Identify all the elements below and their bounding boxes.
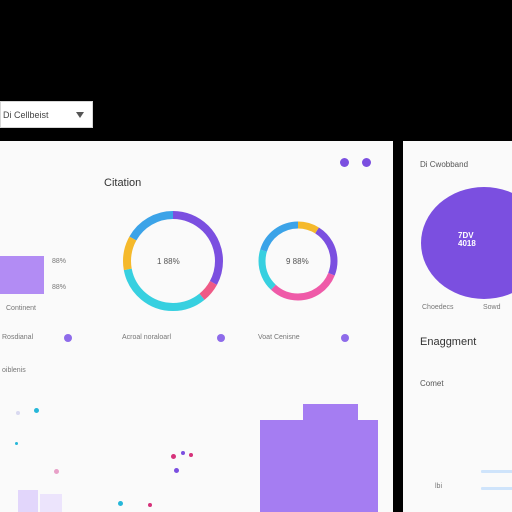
pie-label: 7DV 4018: [458, 232, 476, 248]
scatter-point: [16, 411, 20, 415]
histogram-bar: [40, 494, 62, 512]
info-icon[interactable]: [64, 334, 72, 342]
scatter-point: [15, 442, 18, 445]
donut1-center-label: 1 88%: [157, 257, 180, 266]
scatter-point: [181, 451, 185, 455]
legend-right: Sowd: [483, 304, 501, 311]
donut2-caption: Voat Cenisne: [258, 334, 300, 341]
kpi-pct-bottom: 88%: [52, 284, 67, 291]
highlight-bar-main: [260, 420, 378, 512]
kpi-label: Continent: [6, 305, 36, 312]
kpi-pct-top: 88%: [52, 258, 67, 265]
legend-left: Choedecs: [422, 304, 454, 311]
section-label: oiblenis: [2, 367, 26, 374]
histogram-bar: [18, 490, 38, 512]
dropdown-value: Di Cellbeist: [3, 109, 49, 120]
more-options-dot-1[interactable]: [340, 158, 349, 167]
info-icon[interactable]: [341, 334, 349, 342]
scatter-point: [54, 469, 59, 474]
donut2-center-label: 9 88%: [286, 257, 309, 266]
pie-label-line2: 4018: [458, 239, 476, 248]
scatter-point: [189, 453, 193, 457]
scatter-point: [171, 454, 176, 459]
engagement-title: Enaggment: [420, 336, 477, 348]
scatter-point: [34, 408, 39, 413]
side-panel: Di Cwobband 7DV 4018 Choedecs Sowd Enagg…: [403, 141, 512, 512]
panel-title: Citation: [104, 177, 142, 189]
row-label-left: Rosdianal: [2, 334, 34, 341]
main-panel: Citation 88% 88% Continent 1 88% Acroal …: [0, 141, 393, 512]
comment-label: Comet: [420, 379, 444, 388]
footer-label: lbi: [435, 483, 443, 490]
kpi-bar: [0, 256, 44, 294]
scatter-point: [148, 503, 152, 507]
engagement-bar: [481, 487, 512, 490]
info-icon[interactable]: [217, 334, 225, 342]
more-options-dot-2[interactable]: [362, 158, 371, 167]
chevron-down-icon: [76, 111, 84, 118]
scatter-point: [174, 468, 179, 473]
scatter-point: [118, 501, 123, 506]
side-panel-title: Di Cwobband: [420, 160, 469, 169]
engagement-bar: [481, 470, 512, 473]
filter-dropdown[interactable]: Di Cellbeist: [0, 101, 93, 128]
donut1-caption: Acroal noraloarl: [122, 334, 172, 341]
